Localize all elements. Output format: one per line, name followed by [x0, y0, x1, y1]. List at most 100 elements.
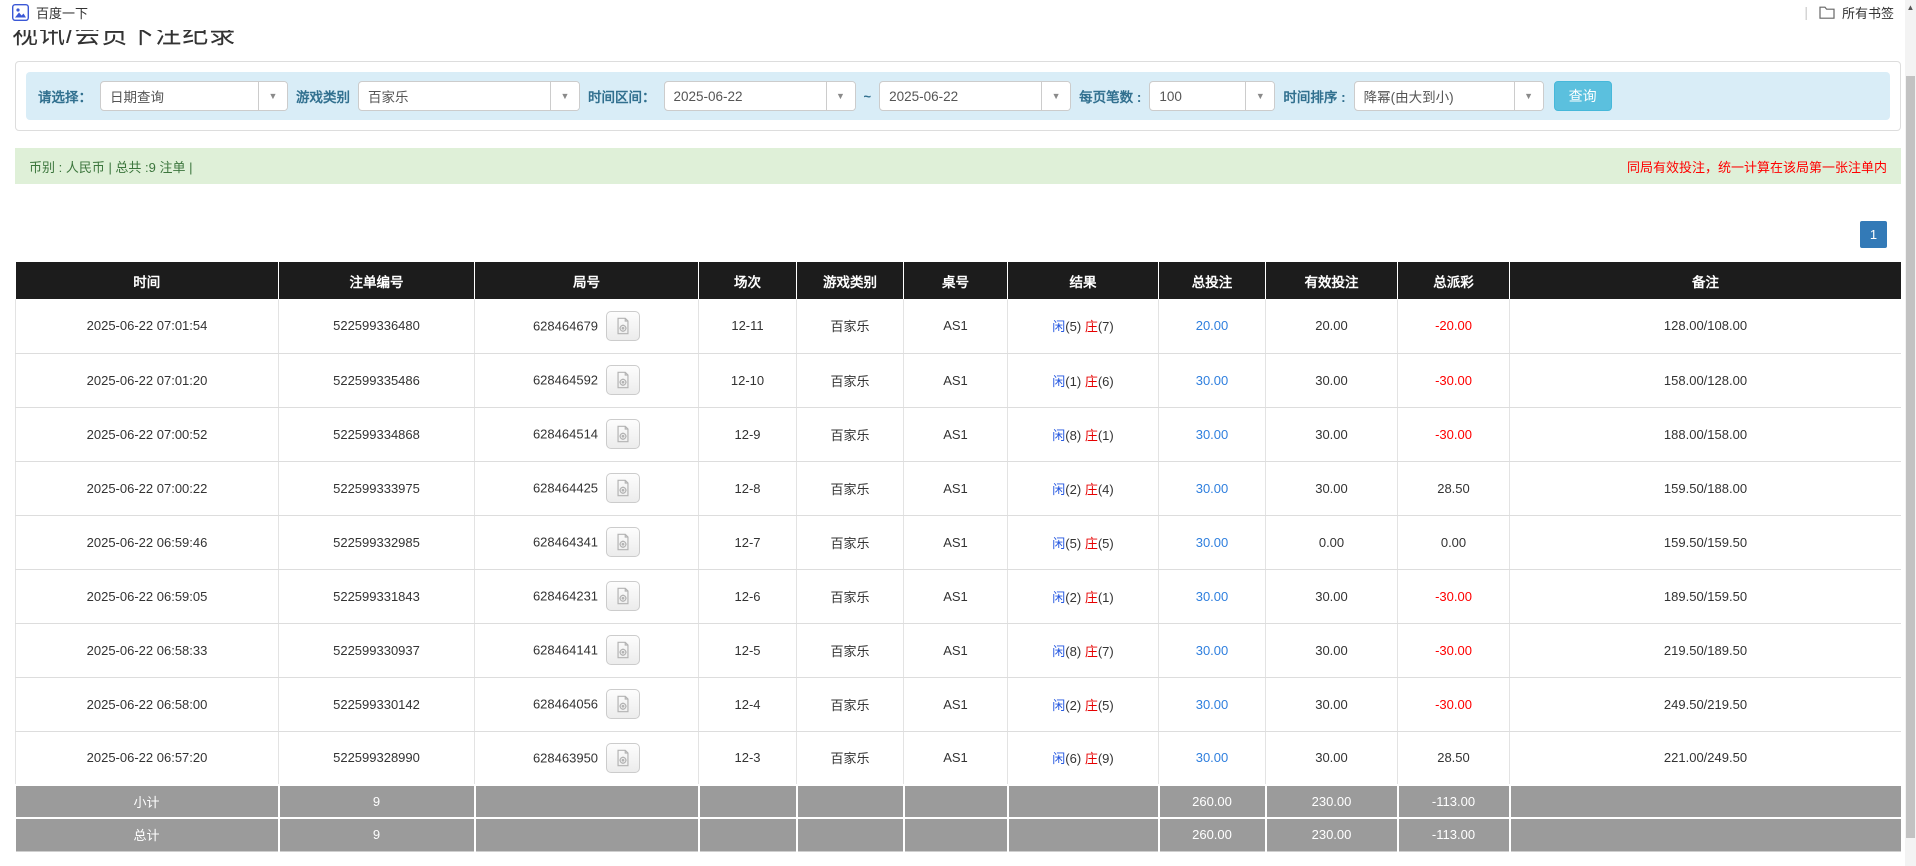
video-file-icon: [614, 317, 632, 335]
summary-cell-valid-bet: 230.00: [1266, 818, 1398, 851]
date-to-value: 2025-06-22: [880, 82, 1041, 110]
cell-bet-number: 522599330142: [279, 677, 475, 731]
video-replay-button[interactable]: [606, 365, 640, 395]
cell-table-number: AS1: [904, 623, 1008, 677]
cell-session: 12-5: [699, 623, 797, 677]
chevron-down-icon: ▼: [1514, 82, 1543, 110]
video-replay-button[interactable]: [606, 635, 640, 665]
total-bet-link[interactable]: 30.00: [1196, 750, 1229, 765]
bookmark-item[interactable]: 百度一下: [12, 3, 88, 22]
summary-cell-game-type: [797, 785, 904, 818]
video-file-icon: [614, 425, 632, 443]
bet-record-row: 2025-06-22 07:00:22522599333975628464425…: [16, 461, 1902, 515]
cell-result: 闲(2) 庄(5): [1008, 677, 1159, 731]
cell-session: 12-10: [699, 353, 797, 407]
cell-bet-number: 522599333975: [279, 461, 475, 515]
total-bet-link[interactable]: 30.00: [1196, 481, 1229, 496]
summary-cell-valid-bet: 230.00: [1266, 785, 1398, 818]
video-file-icon: [614, 695, 632, 713]
all-bookmarks-button[interactable]: 所有书签: [1842, 3, 1894, 22]
cell-bet-number: 522599331843: [279, 569, 475, 623]
cell-table-number: AS1: [904, 515, 1008, 569]
cell-game-type: 百家乐: [797, 461, 904, 515]
summary-cell-round-number: [475, 818, 699, 851]
scrollbar-thumb[interactable]: [1906, 76, 1915, 838]
banker-result-label: 庄: [1085, 428, 1098, 443]
column-header-session: 场次: [699, 262, 797, 299]
date-to-select[interactable]: 2025-06-22 ▼: [879, 81, 1071, 111]
time-sort-value: 降幂(由大到小): [1355, 82, 1514, 110]
cell-total-bet: 30.00: [1159, 353, 1266, 407]
video-replay-button[interactable]: [606, 473, 640, 503]
scrollbar[interactable]: ▲: [1905, 0, 1916, 866]
date-from-select[interactable]: 2025-06-22 ▼: [664, 81, 856, 111]
cell-total-bet: 30.00: [1159, 569, 1266, 623]
video-replay-button[interactable]: [606, 689, 640, 719]
cell-session: 12-4: [699, 677, 797, 731]
cell-valid-bet: 20.00: [1266, 299, 1398, 353]
round-number-text: 628464514: [533, 427, 598, 442]
time-sort-label: 时间排序 :: [1283, 86, 1345, 106]
total-bet-link[interactable]: 30.00: [1196, 427, 1229, 442]
column-header-payout: 总派彩: [1398, 262, 1510, 299]
video-file-icon: [614, 749, 632, 767]
video-replay-button[interactable]: [606, 581, 640, 611]
cell-game-type: 百家乐: [797, 407, 904, 461]
cell-remark: 219.50/189.50: [1510, 623, 1902, 677]
cell-round-number: 628464425: [475, 461, 699, 515]
total-bet-link[interactable]: 30.00: [1196, 535, 1229, 550]
query-type-select[interactable]: 日期查询 ▼: [100, 81, 288, 111]
scroll-up-arrow-icon[interactable]: ▲: [1905, 0, 1916, 15]
video-file-icon: [614, 641, 632, 659]
video-replay-button[interactable]: [606, 311, 640, 341]
cell-round-number: 628464056: [475, 677, 699, 731]
banker-result-label: 庄: [1085, 644, 1098, 659]
pagination-page-1-button[interactable]: 1: [1860, 221, 1887, 248]
cell-result: 闲(5) 庄(5): [1008, 515, 1159, 569]
total-bet-link[interactable]: 20.00: [1196, 318, 1229, 333]
cell-valid-bet: 30.00: [1266, 731, 1398, 785]
video-replay-button[interactable]: [606, 743, 640, 773]
banker-result-label: 庄: [1085, 590, 1098, 605]
filter-panel: 请选择： 日期查询 ▼ 游戏类别 百家乐 ▼ 时间区间： 2025-06-22 …: [15, 61, 1901, 131]
folder-icon: [1819, 5, 1835, 19]
summary-cell-bet-number: 9: [279, 785, 475, 818]
video-replay-button[interactable]: [606, 419, 640, 449]
player-result-label: 闲: [1052, 482, 1065, 497]
cell-table-number: AS1: [904, 299, 1008, 353]
bet-record-row: 2025-06-22 06:59:05522599331843628464231…: [16, 569, 1902, 623]
search-button[interactable]: 查询: [1554, 81, 1612, 111]
game-type-select[interactable]: 百家乐 ▼: [358, 81, 580, 111]
cell-game-type: 百家乐: [797, 515, 904, 569]
cell-table-number: AS1: [904, 407, 1008, 461]
summary-cell-remark: [1510, 785, 1902, 818]
cell-game-type: 百家乐: [797, 569, 904, 623]
summary-cell-time: 总计: [16, 818, 279, 851]
banker-result-label: 庄: [1085, 319, 1098, 334]
time-range-label: 时间区间：: [588, 86, 656, 106]
cell-payout: -30.00: [1398, 623, 1510, 677]
total-bet-link[interactable]: 30.00: [1196, 643, 1229, 658]
total-bet-link[interactable]: 30.00: [1196, 373, 1229, 388]
table-header-row: 时间注单编号局号场次游戏类别桌号结果总投注有效投注总派彩备注: [16, 262, 1902, 299]
range-tilde: ~: [864, 89, 872, 104]
page-size-select[interactable]: 100 ▼: [1149, 81, 1275, 111]
cell-remark: 249.50/219.50: [1510, 677, 1902, 731]
cell-result: 闲(2) 庄(1): [1008, 569, 1159, 623]
column-header-valid-bet: 有效投注: [1266, 262, 1398, 299]
cell-valid-bet: 30.00: [1266, 461, 1398, 515]
cell-time: 2025-06-22 07:01:54: [16, 299, 279, 353]
bet-record-row: 2025-06-22 06:59:46522599332985628464341…: [16, 515, 1902, 569]
cell-valid-bet: 30.00: [1266, 677, 1398, 731]
cell-total-bet: 30.00: [1159, 623, 1266, 677]
time-sort-select[interactable]: 降幂(由大到小) ▼: [1354, 81, 1544, 111]
cell-round-number: 628464231: [475, 569, 699, 623]
total-bet-link[interactable]: 30.00: [1196, 589, 1229, 604]
video-replay-button[interactable]: [606, 527, 640, 557]
image-placeholder-icon: [12, 4, 29, 21]
player-result-label: 闲: [1052, 698, 1065, 713]
total-bet-link[interactable]: 30.00: [1196, 697, 1229, 712]
cell-payout: 0.00: [1398, 515, 1510, 569]
subtotal-row: 小计9260.00230.00-113.00: [16, 785, 1902, 818]
cell-game-type: 百家乐: [797, 677, 904, 731]
